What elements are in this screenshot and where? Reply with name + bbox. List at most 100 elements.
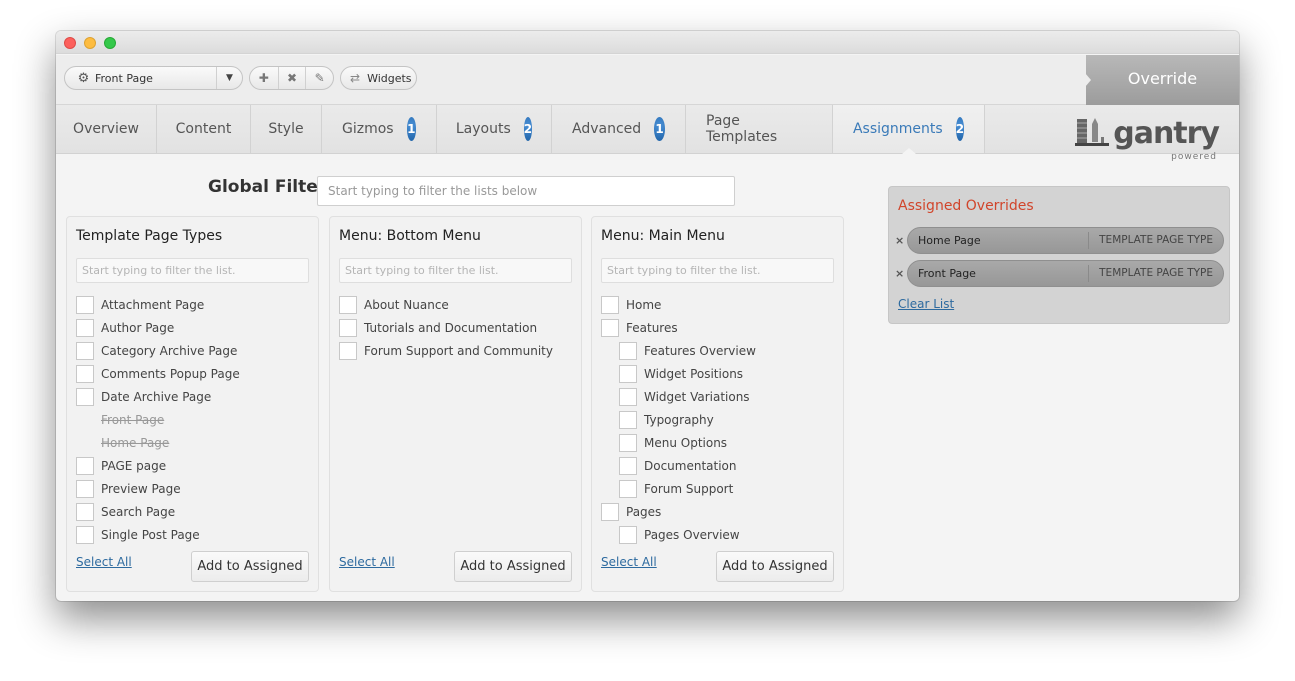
item-label: Features Overview: [644, 343, 756, 358]
tab-page-templates[interactable]: Page Templates: [686, 105, 833, 153]
minimize-window-button[interactable]: [84, 37, 96, 49]
list-item: Features: [601, 316, 756, 339]
list-item-child: Pages Overview: [601, 523, 756, 546]
tab-gizmos[interactable]: Gizmos 1: [322, 105, 437, 153]
list-item: Author Page: [76, 316, 240, 339]
checkbox[interactable]: [76, 364, 94, 383]
assigned-item: × Home Page TEMPLATE PAGE TYPE: [895, 226, 1224, 254]
tab-label: Assignments: [852, 121, 943, 137]
checkbox[interactable]: [601, 502, 619, 521]
add-to-assigned-button[interactable]: Add to Assigned: [191, 551, 309, 582]
assigned-type: TEMPLATE PAGE TYPE: [1088, 231, 1223, 249]
assigned-overrides-panel: Assigned Overrides × Home Page TEMPLATE …: [888, 186, 1230, 324]
checkbox[interactable]: [601, 318, 619, 337]
list-item-child: Forum Support: [601, 477, 756, 500]
select-all-link[interactable]: Select All: [76, 555, 132, 569]
tab-layouts[interactable]: Layouts 2: [437, 105, 552, 153]
assignments-content: Global Filter Template Page Types Attach…: [56, 155, 1239, 601]
item-label: Forum Support: [644, 481, 734, 496]
checkbox[interactable]: [619, 410, 637, 429]
title-bar: [56, 31, 1239, 54]
checkbox[interactable]: [339, 341, 357, 360]
tab-advanced[interactable]: Advanced 1: [552, 105, 686, 153]
list-item-child: Menu Options: [601, 431, 756, 454]
select-all-link[interactable]: Select All: [601, 555, 657, 569]
panel-filter-input[interactable]: [339, 258, 572, 283]
item-label: Front Page: [101, 412, 165, 427]
maximize-window-button[interactable]: [104, 37, 116, 49]
add-to-assigned-button[interactable]: Add to Assigned: [454, 551, 572, 582]
assigned-chip: Front Page TEMPLATE PAGE TYPE: [907, 259, 1224, 287]
checkbox[interactable]: [339, 295, 357, 314]
checkbox[interactable]: [619, 433, 637, 452]
checkbox[interactable]: [619, 479, 637, 498]
checkbox[interactable]: [76, 525, 94, 544]
list-item-child: Widget Positions: [601, 362, 756, 385]
item-label: Documentation: [644, 458, 737, 473]
tab-overview[interactable]: Overview: [56, 105, 157, 153]
main-menu-panel: Menu: Main Menu Home Features Features O…: [591, 216, 844, 592]
checkbox[interactable]: [76, 295, 94, 314]
item-label: Widget Positions: [644, 366, 744, 381]
checkbox[interactable]: [619, 387, 637, 406]
global-filter-input[interactable]: [317, 176, 735, 206]
chevron-down-icon[interactable]: ▼: [216, 67, 242, 89]
list-item-child: Documentation: [601, 454, 756, 477]
tab-label: Gizmos: [342, 121, 394, 137]
checkbox[interactable]: [76, 502, 94, 521]
x-icon[interactable]: ✖: [277, 67, 306, 89]
list-item: Tutorials and Documentation: [339, 316, 553, 339]
list-item: About Nuance: [339, 293, 553, 316]
item-list: Home Features Features Overview Widget P…: [601, 293, 756, 546]
checkbox[interactable]: [76, 341, 94, 360]
list-item: Attachment Page: [76, 293, 240, 316]
checkbox[interactable]: [619, 456, 637, 475]
tab-assignments[interactable]: Assignments 2: [833, 105, 985, 154]
page-select-dropdown[interactable]: ⚙ Front Page ▼: [64, 66, 243, 90]
tab-label: Page Templates: [706, 113, 778, 145]
add-to-assigned-button[interactable]: Add to Assigned: [716, 551, 834, 582]
item-label: Pages: [626, 504, 662, 519]
checkbox[interactable]: [619, 341, 637, 360]
gear-icon: ⚙: [77, 70, 90, 86]
checkbox[interactable]: [619, 525, 637, 544]
remove-icon[interactable]: ×: [895, 234, 907, 247]
count-badge: 1: [654, 117, 665, 141]
tab-content[interactable]: Content: [157, 105, 251, 153]
list-item: PAGE page: [76, 454, 240, 477]
tab-label: Advanced: [572, 121, 642, 137]
brand-name: gantry powered: [1113, 119, 1220, 163]
assigned-chip: Home Page TEMPLATE PAGE TYPE: [907, 226, 1224, 254]
item-label: Typography: [644, 412, 714, 427]
rocket-tower-icon: [1075, 118, 1110, 146]
item-label: Author Page: [101, 320, 175, 335]
checkbox[interactable]: [619, 364, 637, 383]
bottom-menu-panel: Menu: Bottom Menu About Nuance Tutorials…: [329, 216, 582, 592]
close-window-button[interactable]: [64, 37, 76, 49]
count-badge: 1: [406, 117, 416, 141]
clear-list-link[interactable]: Clear List: [898, 297, 954, 311]
list-item-assigned: Home Page: [76, 431, 240, 454]
checkbox[interactable]: [76, 318, 94, 337]
checkbox[interactable]: [339, 318, 357, 337]
checkbox[interactable]: [76, 479, 94, 498]
select-all-link[interactable]: Select All: [339, 555, 395, 569]
remove-icon[interactable]: ×: [895, 267, 907, 280]
template-page-types-panel: Template Page Types Attachment Page Auth…: [66, 216, 319, 592]
widgets-button[interactable]: ⇄ Widgets: [340, 66, 417, 90]
checkbox[interactable]: [601, 295, 619, 314]
pencil-icon[interactable]: ✎: [305, 67, 333, 89]
override-label: Override: [1085, 55, 1239, 105]
tab-style[interactable]: Style: [251, 105, 322, 153]
override-actions-group: ✚ ✖ ✎: [249, 66, 334, 90]
count-badge: 2: [955, 117, 965, 141]
list-item: Comments Popup Page: [76, 362, 240, 385]
tab-label: Layouts: [455, 121, 511, 137]
checkbox[interactable]: [76, 456, 94, 475]
panel-filter-input[interactable]: [76, 258, 309, 283]
plus-icon[interactable]: ✚: [250, 67, 278, 89]
assigned-name: Front Page: [918, 266, 976, 280]
panel-filter-input[interactable]: [601, 258, 834, 283]
checkbox[interactable]: [76, 387, 94, 406]
panel-title: Template Page Types: [76, 228, 223, 244]
